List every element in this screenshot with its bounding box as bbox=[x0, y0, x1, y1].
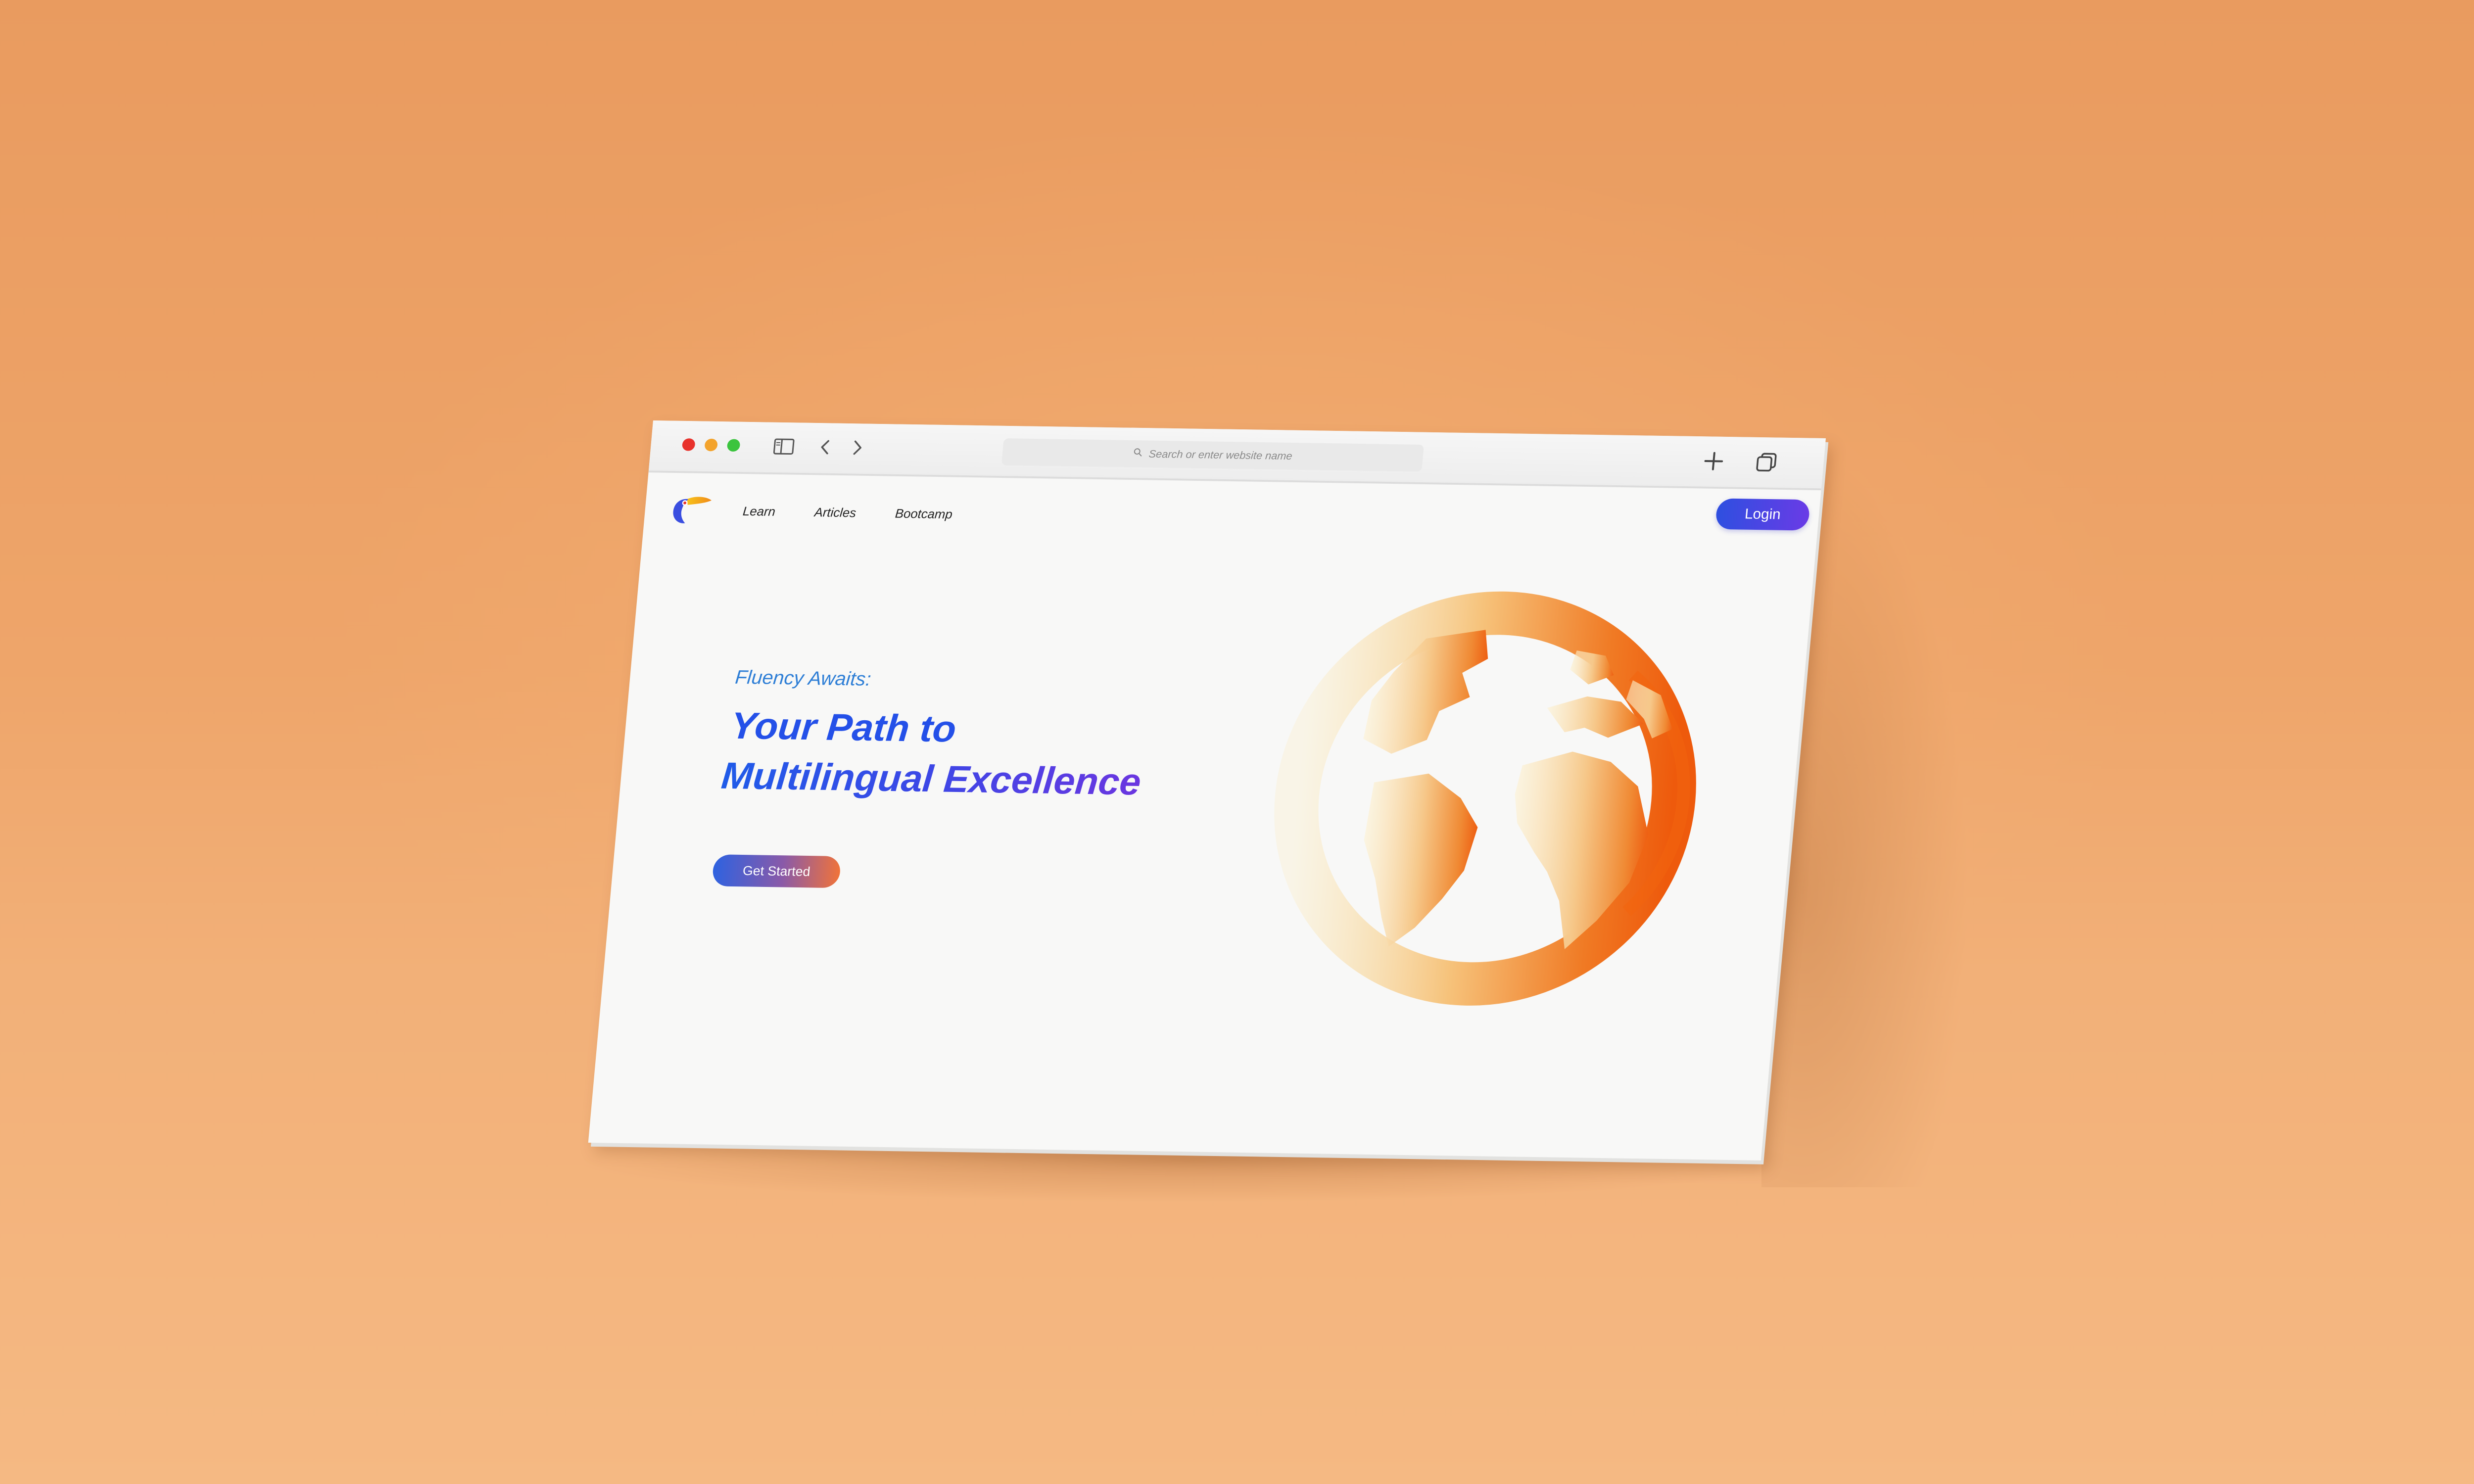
get-started-button[interactable]: Get Started bbox=[712, 854, 842, 888]
chevron-right-icon[interactable] bbox=[846, 438, 869, 458]
nav-link-articles[interactable]: Articles bbox=[814, 505, 857, 520]
zoom-window-button[interactable] bbox=[726, 439, 741, 452]
tabs-icon[interactable] bbox=[1753, 450, 1780, 474]
address-placeholder: Search or enter website name bbox=[1148, 448, 1293, 462]
address-bar[interactable]: Search or enter website name bbox=[1001, 438, 1424, 472]
toucan-logo-icon[interactable] bbox=[668, 492, 715, 526]
nav-link-learn[interactable]: Learn bbox=[742, 504, 776, 519]
plus-icon[interactable] bbox=[1700, 449, 1727, 473]
close-window-button[interactable] bbox=[681, 438, 696, 451]
chevron-left-icon[interactable] bbox=[814, 437, 837, 457]
globe-icon bbox=[1246, 579, 1725, 1019]
nav-link-bootcamp[interactable]: Bootcamp bbox=[895, 506, 953, 522]
hero-headline: Your Path to Multilingual Excellence bbox=[719, 700, 1148, 807]
login-button[interactable]: Login bbox=[1714, 498, 1811, 531]
search-icon bbox=[1133, 448, 1143, 461]
landing-page: Learn Articles Bootcamp Login Fluency Aw… bbox=[588, 472, 1821, 1160]
headline-line-1: Your Path to bbox=[729, 704, 958, 750]
main-navigation: Learn Articles Bootcamp bbox=[742, 504, 953, 522]
hero-eyebrow: Fluency Awaits: bbox=[734, 666, 872, 690]
minimize-window-button[interactable] bbox=[704, 438, 718, 452]
sidebar-icon[interactable] bbox=[772, 437, 796, 457]
headline-line-2: Multilingual Excellence bbox=[719, 750, 1143, 807]
browser-window: Search or enter website name Learn Artic… bbox=[588, 420, 1826, 1160]
